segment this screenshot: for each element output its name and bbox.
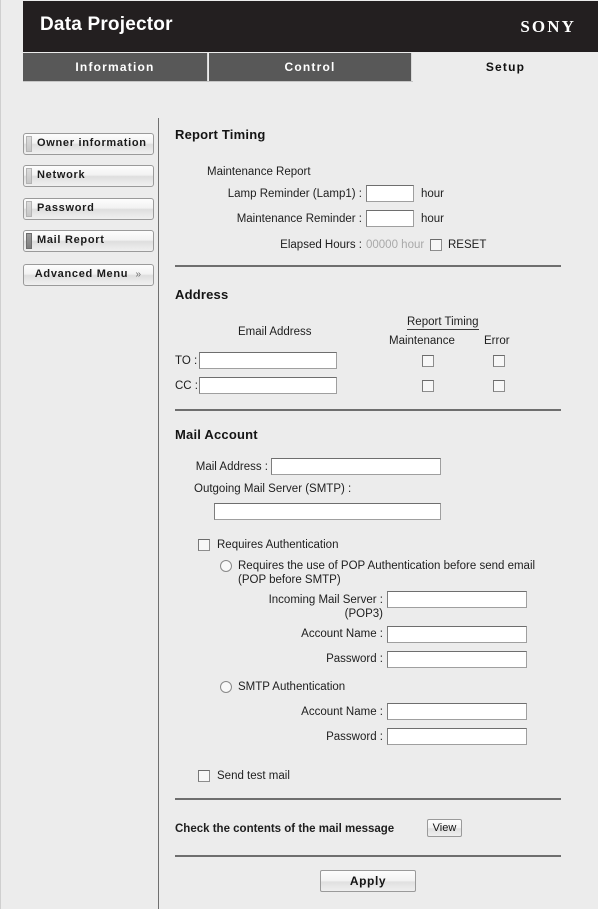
smtp-account-name-input[interactable] [387,703,527,720]
lamp-reminder-unit: hour [421,188,445,200]
requires-authentication-label: Requires Authentication [217,539,339,551]
sidebar-item-mail-report[interactable]: Mail Report [23,230,154,252]
to-label: TO : [175,355,198,367]
tab-control[interactable]: Control [209,53,412,81]
content-panel: Report Timing Maintenance Report Lamp Re… [159,85,598,909]
sidebar: Owner information Network Password Mail … [1,118,158,909]
cc-label: CC : [175,380,198,392]
view-button[interactable]: View [427,819,462,837]
page-title: Data Projector [40,14,173,35]
maintenance-column-header: Maintenance [389,335,455,347]
send-test-mail-checkbox[interactable] [198,770,210,782]
divider-address [175,409,561,411]
smtp-account-name-label: Account Name : [301,706,383,718]
email-address-header: Email Address [238,326,312,338]
pop-before-smtp-radio[interactable] [220,560,232,572]
pop-password-label: Password : [326,653,383,665]
sidebar-item-password[interactable]: Password [23,198,154,220]
sidebar-item-label: Mail Report [37,234,105,246]
divider-mail-account [175,798,561,800]
requires-authentication-checkbox[interactable] [198,539,210,551]
apply-button[interactable]: Apply [320,870,416,892]
to-maintenance-checkbox[interactable] [422,355,434,367]
smtp-password-label: Password : [326,731,383,743]
pop-before-smtp-label-line1: Requires the use of POP Authentication b… [238,560,536,572]
to-error-checkbox[interactable] [493,355,505,367]
lamp-reminder-label: Lamp Reminder (Lamp1) : [227,188,362,200]
address-report-timing-header: Report Timing [407,316,479,330]
outgoing-mail-server-label: Outgoing Mail Server (SMTP) : [194,483,352,495]
sidebar-item-label: Advanced Menu [34,268,129,280]
tab-setup[interactable]: Setup [413,53,598,81]
sidebar-item-advanced-menu[interactable]: Advanced Menu » [23,264,154,286]
tabs-underline [23,81,413,82]
error-column-header: Error [484,335,510,347]
pop-account-name-input[interactable] [387,626,527,643]
sidebar-accent-icon [26,168,32,184]
sidebar-item-network[interactable]: Network [23,165,154,187]
sidebar-accent-icon [26,136,32,152]
mail-address-input[interactable] [271,458,441,475]
sidebar-item-label: Owner information [37,137,147,149]
sidebar-accent-icon [26,201,32,217]
divider-report-timing [175,265,561,267]
projector-web-page: Data Projector SONY Information Control … [0,0,598,909]
pop-account-name-label: Account Name : [301,628,383,640]
incoming-mail-server-input[interactable] [387,591,527,608]
elapsed-hours-label: Elapsed Hours : [280,239,362,251]
app-header: Data Projector SONY [23,1,598,52]
maintenance-reminder-label: Maintenance Reminder : [236,213,362,225]
reset-label: RESET [448,239,487,251]
tab-information[interactable]: Information [23,53,208,81]
sidebar-item-label: Password [37,202,95,214]
sidebar-item-owner-information[interactable]: Owner information [23,133,154,155]
reset-checkbox[interactable] [430,239,442,251]
pop-password-input[interactable] [387,651,527,668]
check-mail-contents-label: Check the contents of the mail message [175,823,395,835]
main-tabs: Information Control Setup [23,53,598,82]
section-title-report-timing: Report Timing [175,127,266,142]
smtp-authentication-radio[interactable] [220,681,232,693]
incoming-mail-server-label-line1: Incoming Mail Server : [268,594,383,606]
to-email-input[interactable] [199,352,337,369]
smtp-authentication-label: SMTP Authentication [238,681,346,693]
maintenance-reminder-input[interactable] [366,210,414,227]
lamp-reminder-input[interactable] [366,185,414,202]
sidebar-item-label: Network [37,169,86,181]
incoming-mail-server-label-line2: (POP3) [344,608,383,620]
smtp-password-input[interactable] [387,728,527,745]
section-title-address: Address [175,287,229,302]
send-test-mail-label: Send test mail [217,770,290,782]
sony-logo: SONY [520,17,576,36]
cc-error-checkbox[interactable] [493,380,505,392]
section-title-mail-account: Mail Account [175,427,258,442]
divider-footer [175,855,561,857]
outgoing-mail-server-input[interactable] [214,503,441,520]
pop-before-smtp-label-line2: (POP before SMTP) [238,574,341,586]
chevron-double-down-icon: » [135,269,141,280]
maintenance-reminder-unit: hour [421,213,445,225]
cc-maintenance-checkbox[interactable] [422,380,434,392]
mail-address-label: Mail Address : [195,461,268,473]
maintenance-report-label: Maintenance Report [207,166,311,178]
sidebar-accent-icon [26,233,32,249]
elapsed-hours-value: 00000 hour [366,239,425,251]
cc-email-input[interactable] [199,377,337,394]
